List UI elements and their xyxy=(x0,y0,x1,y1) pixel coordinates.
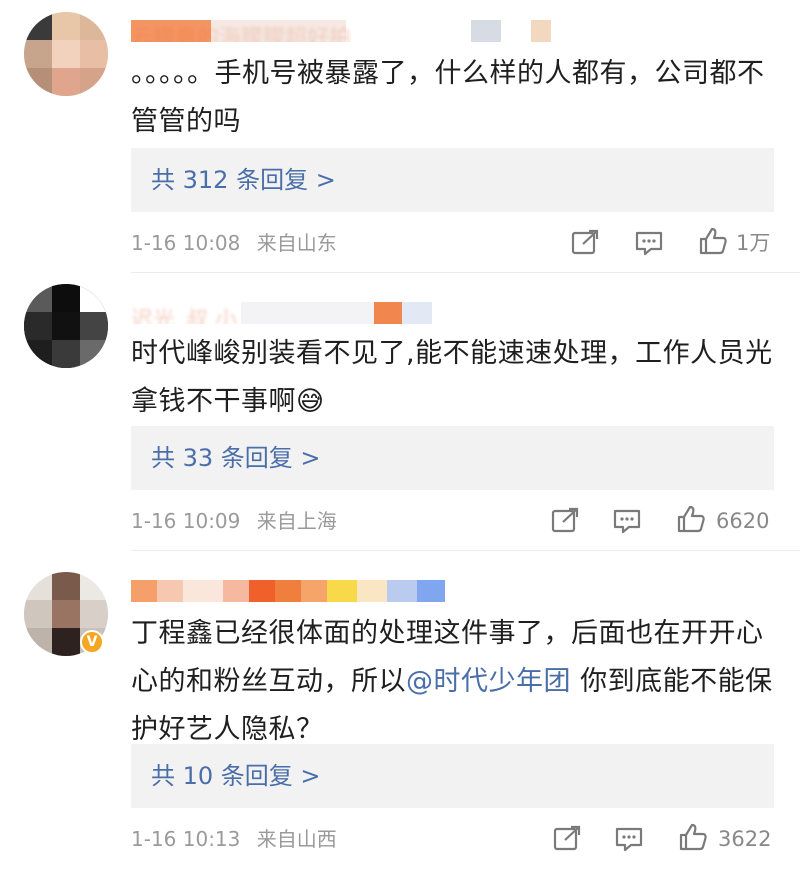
comment-meta: 1-16 10:09 来自上海 xyxy=(131,506,337,536)
comment-button[interactable] xyxy=(614,825,644,853)
divider xyxy=(131,550,800,551)
thumbs-up-icon xyxy=(677,505,705,533)
like-button[interactable] xyxy=(678,822,708,852)
comment-time: 1-16 10:13 xyxy=(131,827,241,851)
comment-text: 时代峰峻别装看不见了,能不能速速处理，工作人员光拿钱不干事啊😅 xyxy=(131,338,773,417)
comment-icon xyxy=(615,827,643,852)
share-icon xyxy=(571,229,599,255)
thumbs-up-icon xyxy=(699,227,727,255)
avatar[interactable] xyxy=(24,12,108,96)
comment-time: 1-16 10:08 xyxy=(131,231,241,255)
comment-icon xyxy=(635,231,663,256)
mention-link[interactable]: @时代少年团 xyxy=(406,666,571,697)
like-count: 3622 xyxy=(718,827,772,851)
comment-location: 来自山东 xyxy=(256,231,337,255)
like-button[interactable] xyxy=(676,504,706,534)
username-text: 迟光_叔 小 xyxy=(131,308,237,324)
username[interactable]: 迟光_叔 小 xyxy=(131,302,551,324)
verified-badge-icon: V xyxy=(80,630,104,654)
comment-location: 来自山西 xyxy=(256,827,337,851)
view-replies-button[interactable]: 共 33 条回复 > xyxy=(131,426,774,490)
comment-button[interactable] xyxy=(634,229,664,257)
share-button[interactable] xyxy=(570,228,600,256)
comment-icon xyxy=(613,509,641,534)
view-replies-button[interactable]: 共 312 条回复 > xyxy=(131,148,774,212)
username[interactable] xyxy=(131,580,551,602)
like-count: 6620 xyxy=(716,509,770,533)
comment-meta: 1-16 10:13 来自山西 xyxy=(131,824,337,854)
comment-text: 。。。。。手机号被暴露了，什么样的人都有，公司都不管管的吗 xyxy=(131,58,765,137)
comment-button[interactable] xyxy=(612,507,642,535)
comment-time: 1-16 10:09 xyxy=(131,509,241,533)
share-button[interactable] xyxy=(550,506,580,534)
share-button[interactable] xyxy=(552,824,582,852)
avatar[interactable] xyxy=(24,284,108,368)
like-count: 1万 xyxy=(736,231,771,255)
thumbs-up-icon xyxy=(679,823,707,851)
share-icon xyxy=(553,825,581,851)
comment-location: 来自上海 xyxy=(256,509,337,533)
comment-meta: 1-16 10:08 来自山东 xyxy=(131,228,337,258)
view-replies-button[interactable]: 共 10 条回复 > xyxy=(131,744,774,808)
like-button[interactable] xyxy=(698,226,728,256)
username[interactable]: 云朦春的海朦朦超好拍 xyxy=(131,20,551,42)
divider xyxy=(131,272,800,273)
share-icon xyxy=(551,507,579,533)
comment-text: 丁程鑫已经很体面的处理这件事了，后面也在开开心心的和粉丝互动，所以@时代少年团 … xyxy=(131,610,781,754)
